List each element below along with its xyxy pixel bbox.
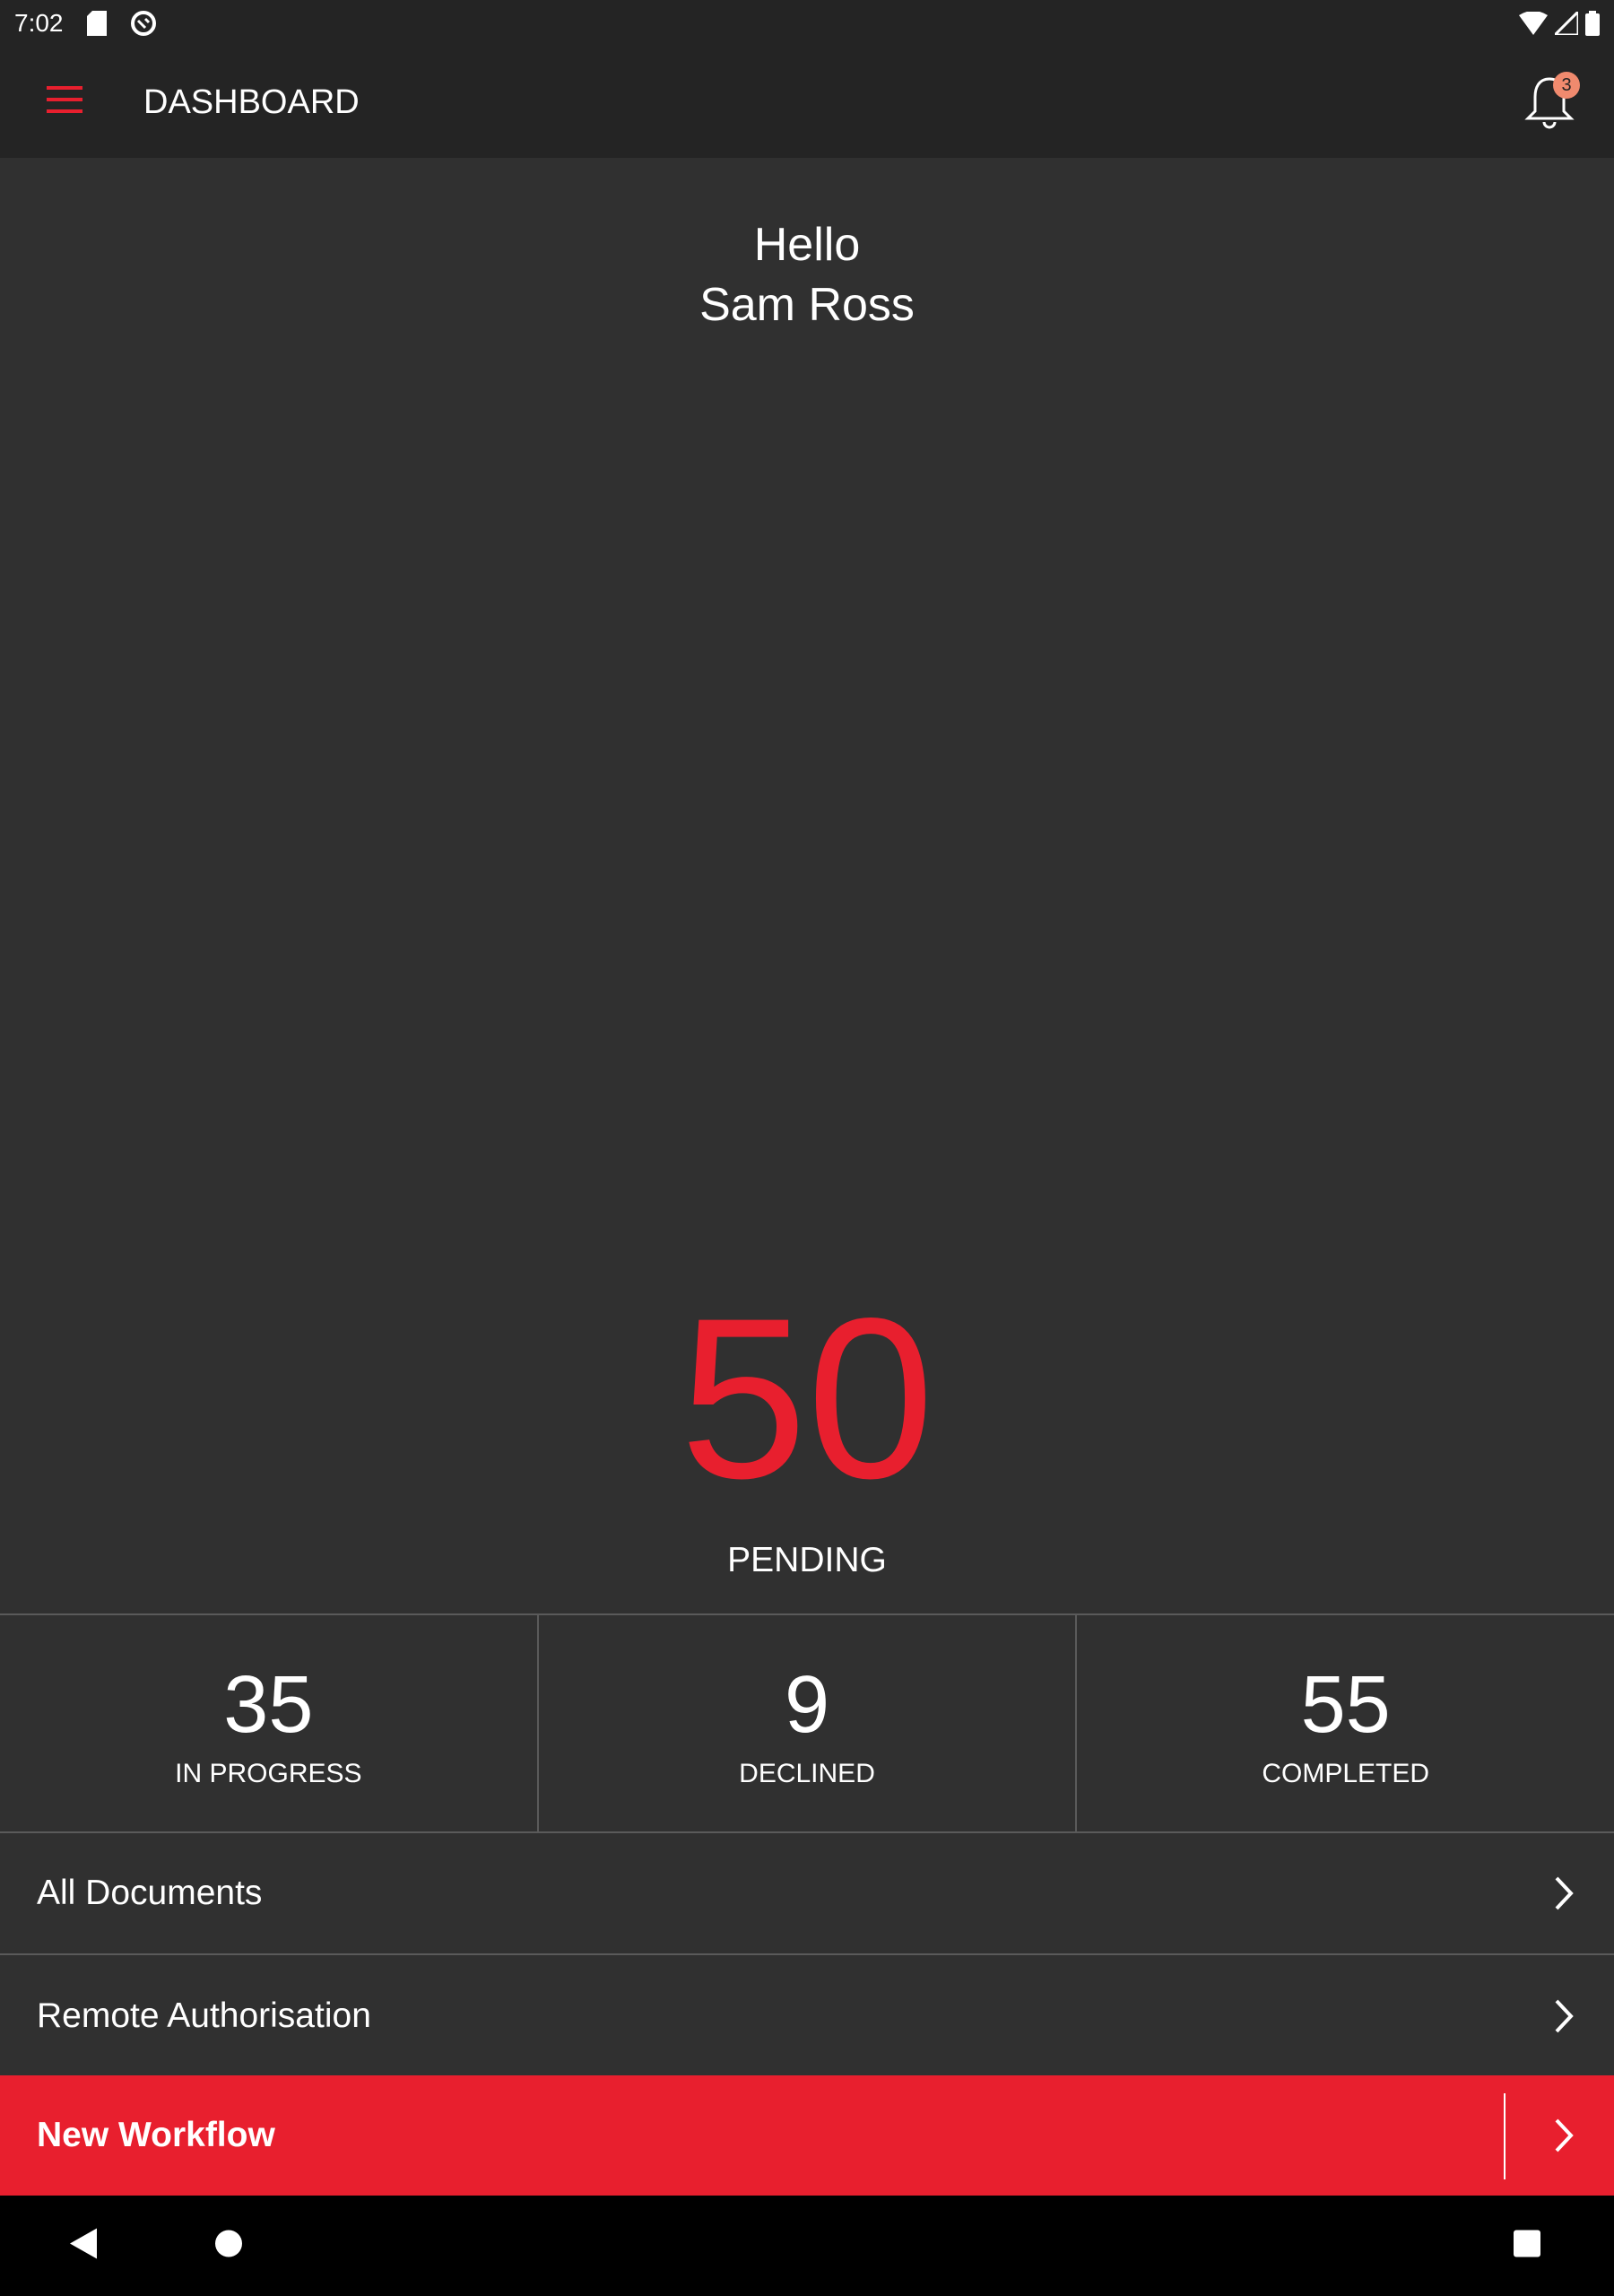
pending-label: PENDING [727,1541,887,1579]
greeting-name: Sam Ross [699,279,915,331]
stat-label: DECLINED [739,1759,875,1788]
stats-grid: 35 IN PROGRESS 9 DECLINED 55 COMPLETED [0,1613,1614,1833]
navigation-bar [0,2196,1614,2296]
chevron-right-icon [1555,1876,1574,1910]
new-workflow-button[interactable]: New Workflow [0,2075,1614,2196]
pending-count[interactable]: 50 [0,1274,1614,1525]
stat-completed[interactable]: 55 COMPLETED [1077,1615,1614,1831]
status-time: 7:02 [14,9,64,37]
sd-card-icon [86,11,107,36]
remote-authorisation-item[interactable]: Remote Authorisation [0,1955,1614,2077]
notifications-button[interactable]: 3 [1524,72,1580,131]
divider [1504,2093,1506,2179]
stat-count: 35 [223,1660,314,1750]
recents-icon[interactable] [1514,2230,1540,2262]
item-label: Remote Authorisation [37,1996,371,2035]
stat-count: 55 [1300,1660,1391,1750]
greeting: Hello Sam Ross [0,215,1614,335]
page-title: DASHBOARD [143,83,360,121]
stat-count: 9 [784,1660,830,1750]
sync-icon [130,11,156,36]
menu-icon[interactable] [47,86,82,115]
greeting-hello: Hello [753,219,861,271]
all-documents-item[interactable]: All Documents [0,1833,1614,1955]
notification-badge: 3 [1553,72,1580,99]
stat-declined[interactable]: 9 DECLINED [539,1615,1078,1831]
back-icon[interactable] [70,2228,97,2264]
wifi-icon [1519,12,1548,35]
stat-label: IN PROGRESS [175,1759,362,1788]
signal-icon [1555,12,1578,35]
app-bar: DASHBOARD 3 [0,47,1614,158]
stat-in-progress[interactable]: 35 IN PROGRESS [0,1615,539,1831]
status-bar: 7:02 [0,0,1614,47]
chevron-right-icon [1555,2118,1574,2152]
stat-label: COMPLETED [1262,1759,1430,1788]
battery-icon [1585,11,1600,36]
item-label: All Documents [37,1874,263,1912]
item-label: New Workflow [37,2116,275,2154]
home-icon[interactable] [215,2230,242,2262]
chevron-right-icon [1555,1999,1574,2033]
